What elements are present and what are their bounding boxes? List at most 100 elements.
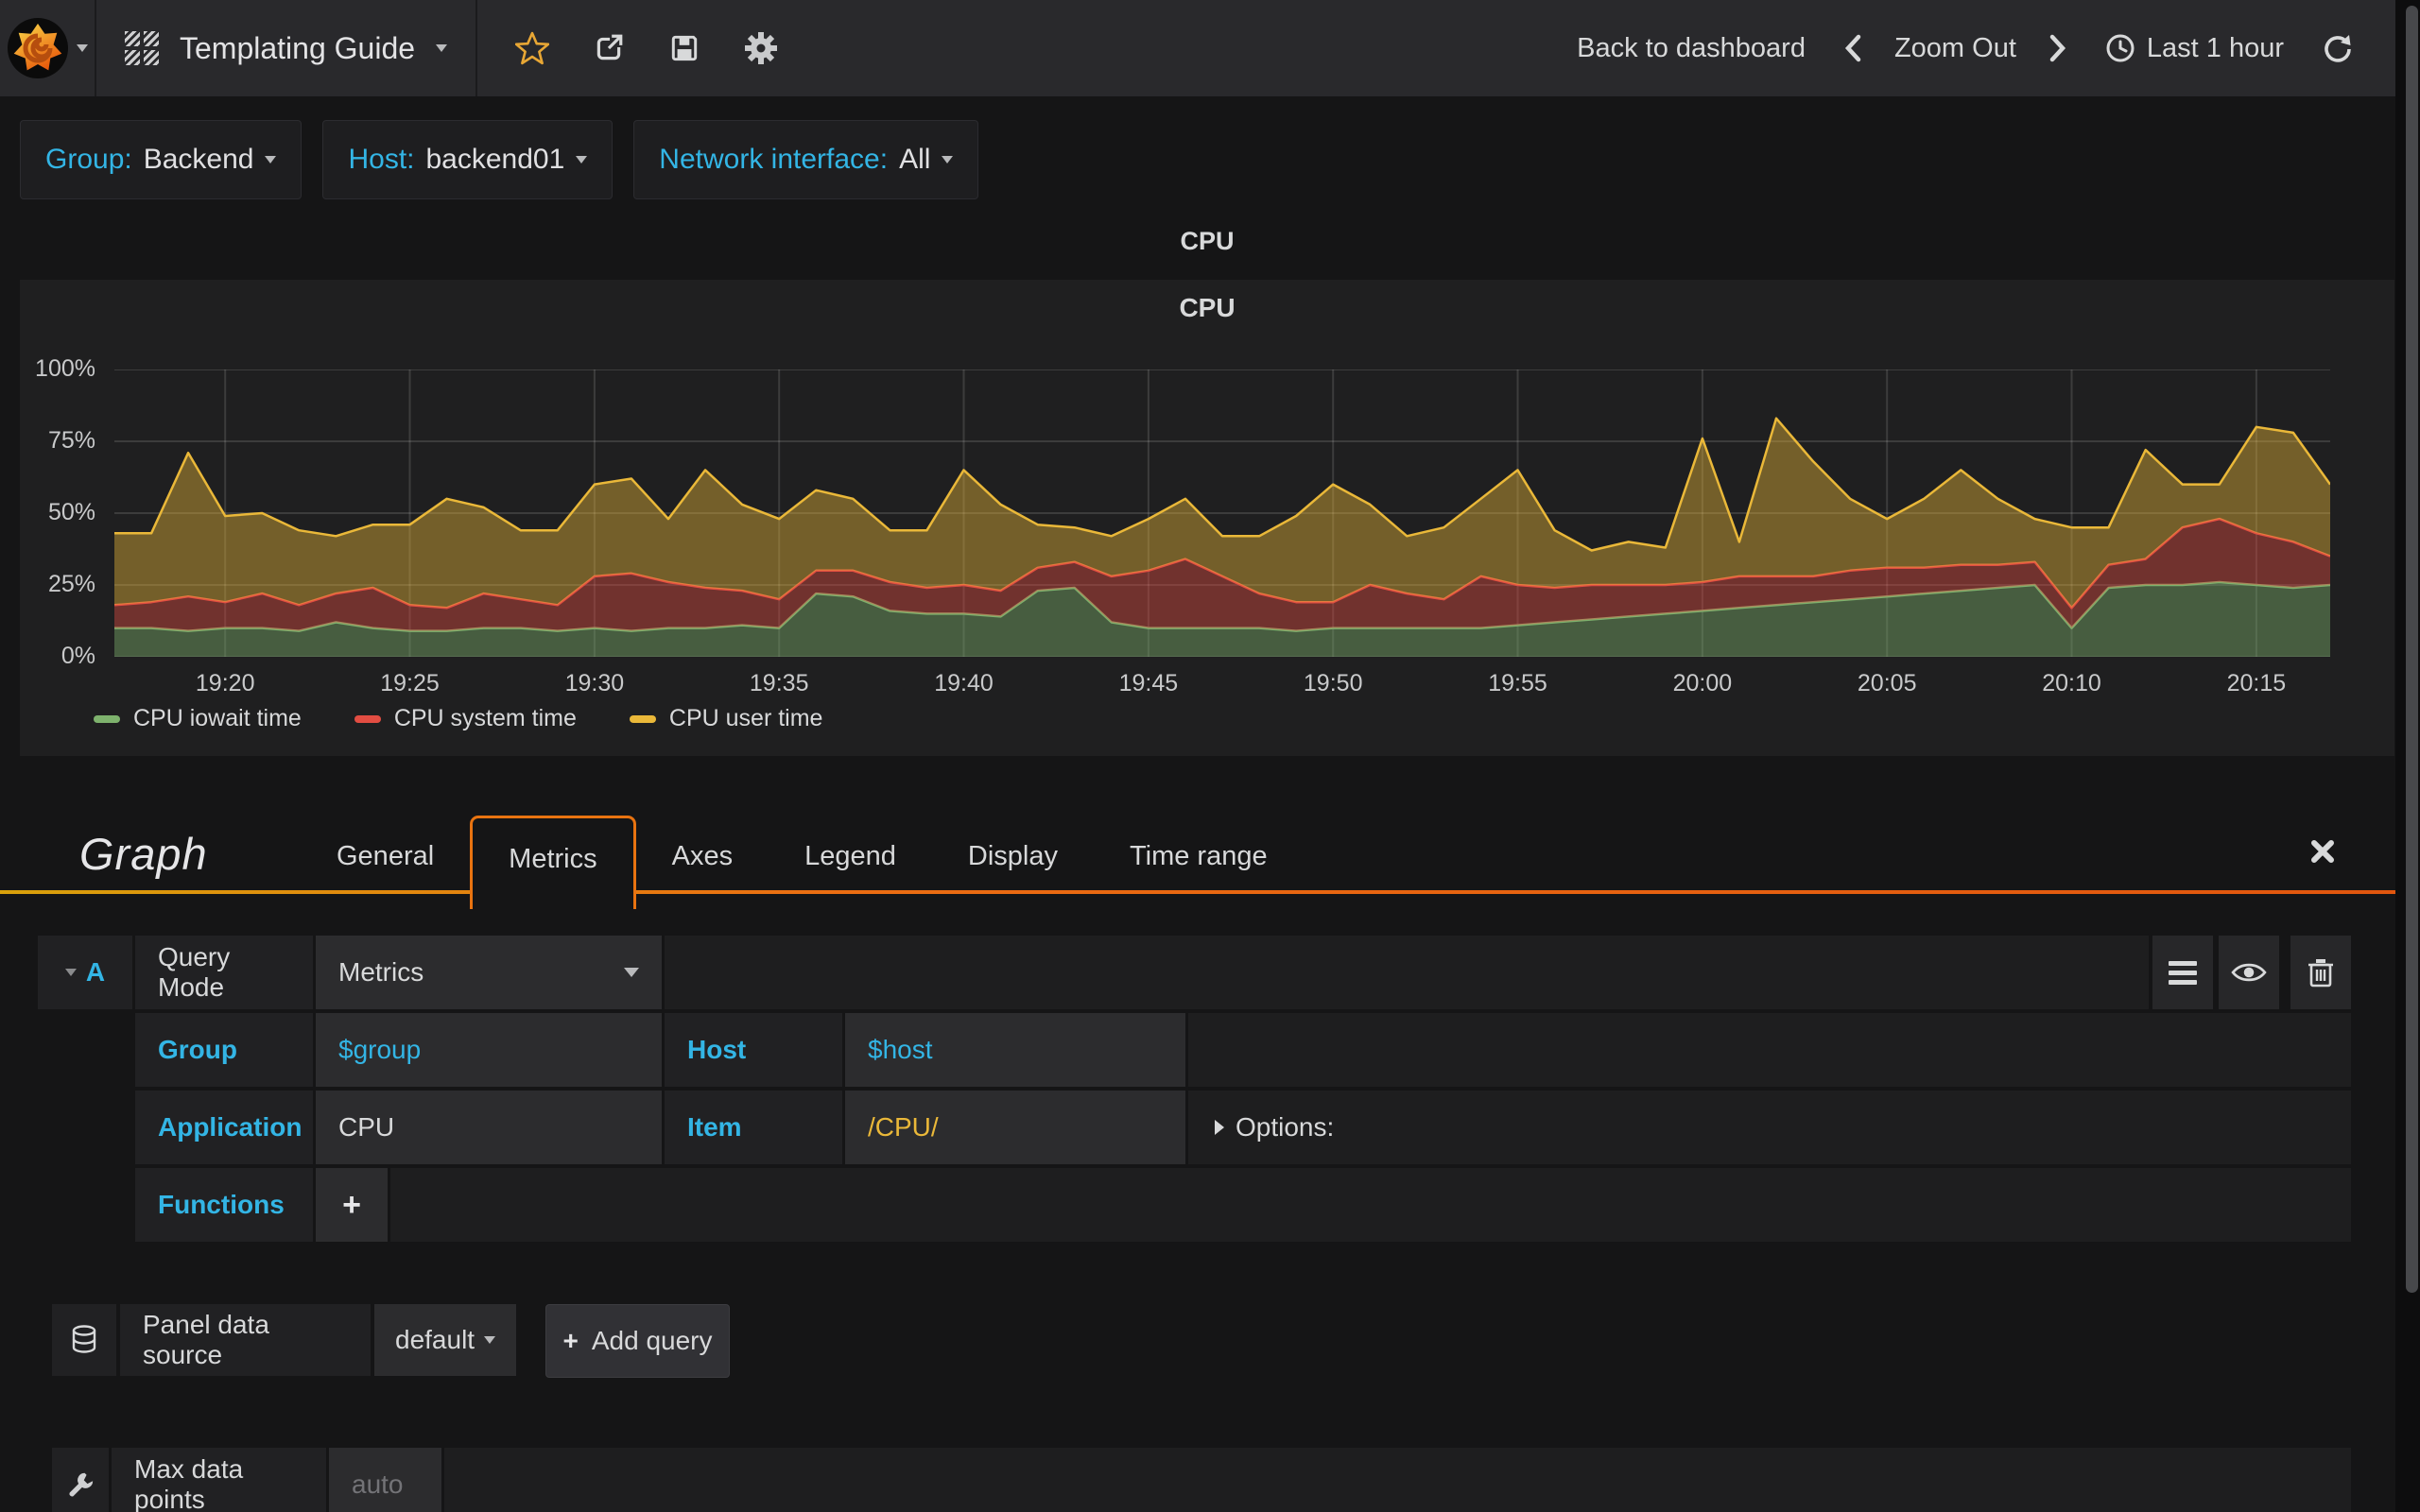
collapse-caret-icon [64, 969, 77, 976]
query-delete-button[interactable] [2290, 936, 2351, 1009]
legend-item[interactable]: CPU user time [629, 705, 823, 732]
group-label: Group [135, 1013, 313, 1087]
share-icon[interactable] [593, 32, 625, 64]
max-data-points-input[interactable] [329, 1448, 441, 1512]
tab-legend[interactable]: Legend [769, 818, 932, 894]
tab-time-range[interactable]: Time range [1094, 818, 1304, 894]
x-tick-label: 19:50 [1303, 670, 1363, 696]
query-mode-select[interactable]: Metrics [316, 936, 662, 1009]
panel-datasource-label: Panel data source [120, 1304, 371, 1376]
close-icon[interactable] [2308, 837, 2337, 866]
application-input-cell [316, 1091, 662, 1164]
grafana-menu-button[interactable] [0, 0, 96, 96]
scrollbar-track[interactable] [2395, 0, 2420, 1512]
x-tick-label: 19:55 [1488, 670, 1547, 696]
variable-host-dropdown[interactable]: Host: backend01 [322, 120, 614, 199]
dashboard-title-button[interactable]: Templating Guide [96, 0, 478, 96]
tab-metrics[interactable]: Metrics [470, 816, 636, 909]
legend-item[interactable]: CPU system time [354, 705, 577, 732]
y-tick-label: 100% [35, 355, 95, 382]
application-input[interactable] [316, 1091, 662, 1164]
clock-icon [2105, 33, 2135, 63]
query-menu-button[interactable] [2152, 936, 2213, 1009]
x-tick-label: 19:25 [380, 670, 440, 696]
variable-group-value: Backend [143, 144, 254, 175]
datasource-icon-cell [52, 1304, 116, 1376]
y-tick-label: 50% [47, 499, 95, 525]
y-tick-label: 25% [47, 571, 95, 597]
variable-group-dropdown[interactable]: Group: Backend [20, 120, 302, 199]
editor-tabs: General Metrics Axes Legend Display Time… [301, 815, 1304, 909]
application-label: Application [135, 1091, 313, 1164]
variable-host-label: Host: [348, 144, 415, 175]
x-tick-label: 19:40 [934, 670, 994, 696]
tab-display[interactable]: Display [932, 818, 1094, 894]
chevron-down-icon [484, 1336, 495, 1344]
datasource-value: default [395, 1325, 475, 1354]
item-input-cell [845, 1091, 1185, 1164]
tab-axes[interactable]: Axes [636, 818, 769, 894]
legend-series-name: CPU system time [393, 705, 577, 731]
y-tick-label: 0% [60, 643, 95, 669]
star-icon[interactable] [515, 31, 550, 65]
y-tick-label: 75% [47, 427, 95, 454]
query-row-filler [1188, 1013, 2351, 1087]
add-query-label: Add query [591, 1326, 713, 1355]
time-picker-button[interactable]: Last 1 hour [2105, 33, 2284, 64]
datasource-select[interactable]: default [374, 1304, 516, 1376]
add-query-button[interactable]: + Add query [545, 1304, 730, 1378]
grafana-dashboard: Templating Guide Back to dashboard Zoom … [0, 0, 2420, 1512]
panel-header-title[interactable]: CPU [20, 227, 2394, 256]
group-input-cell [316, 1013, 662, 1087]
logo-caret-icon [77, 44, 88, 52]
x-axis-labels: 19:20 19:25 19:30 19:35 19:40 19:45 19:50 19:55… [114, 670, 2330, 700]
time-shift-right-icon[interactable] [2048, 34, 2067, 62]
chevron-down-icon [265, 156, 277, 163]
legend-swatch [354, 714, 381, 723]
query-collapse-button[interactable]: A [38, 936, 132, 1009]
chevron-down-icon [942, 156, 954, 163]
item-label: Item [665, 1091, 842, 1164]
chevron-down-icon [624, 968, 639, 977]
x-tick-label: 20:15 [2226, 670, 2287, 696]
chevron-right-icon [1215, 1120, 1224, 1135]
x-tick-label: 20:05 [1857, 670, 1917, 696]
variable-host-value: backend01 [425, 144, 565, 175]
variable-netif-dropdown[interactable]: Network interface: All [633, 120, 979, 199]
add-function-button[interactable]: + [316, 1168, 388, 1242]
scrollbar-thumb[interactable] [2406, 6, 2418, 1293]
time-shift-left-icon[interactable] [1843, 34, 1862, 62]
legend-item[interactable]: CPU iowait time [94, 705, 302, 732]
navbar: Templating Guide Back to dashboard Zoom … [0, 0, 2395, 96]
settings-icon-cell [52, 1448, 109, 1512]
dashboard-title: Templating Guide [180, 30, 416, 65]
max-data-points-input-cell [329, 1448, 441, 1512]
gear-icon[interactable] [744, 31, 778, 65]
variable-netif-value: All [899, 144, 931, 175]
save-icon[interactable] [668, 32, 700, 64]
menu-icon [2169, 960, 2197, 985]
title-caret-icon [436, 44, 448, 52]
zoom-out-button[interactable]: Zoom Out [1894, 33, 2016, 64]
tab-general[interactable]: General [301, 818, 470, 894]
query-toggle-visibility-button[interactable] [2219, 936, 2279, 1009]
y-axis-labels: 0% 25% 50% 75% 100% [20, 355, 101, 669]
variable-group-label: Group: [45, 144, 132, 175]
eye-icon [2231, 960, 2267, 985]
x-tick-label: 20:00 [1672, 670, 1733, 696]
query-row-filler [665, 936, 2149, 1009]
query-mode-value: Metrics [338, 957, 424, 987]
group-input[interactable] [316, 1013, 662, 1087]
grafana-logo-icon [7, 17, 69, 79]
back-to-dashboard-link[interactable]: Back to dashboard [1577, 33, 1806, 64]
item-input[interactable] [845, 1091, 1185, 1164]
query-mode-label: Query Mode [135, 936, 313, 1009]
host-input[interactable] [845, 1013, 1185, 1087]
template-variables: Group: Backend Host: backend01 Network i… [20, 120, 979, 199]
panel-editor-header: Graph General Metrics Axes Legend Displa… [0, 815, 2395, 909]
legend-series-name: CPU user time [668, 705, 823, 731]
refresh-icon[interactable] [2322, 33, 2352, 63]
x-tick-label: 19:30 [564, 670, 625, 696]
options-toggle[interactable]: Options: [1188, 1091, 2351, 1164]
panel-type-title: Graph [79, 829, 208, 879]
